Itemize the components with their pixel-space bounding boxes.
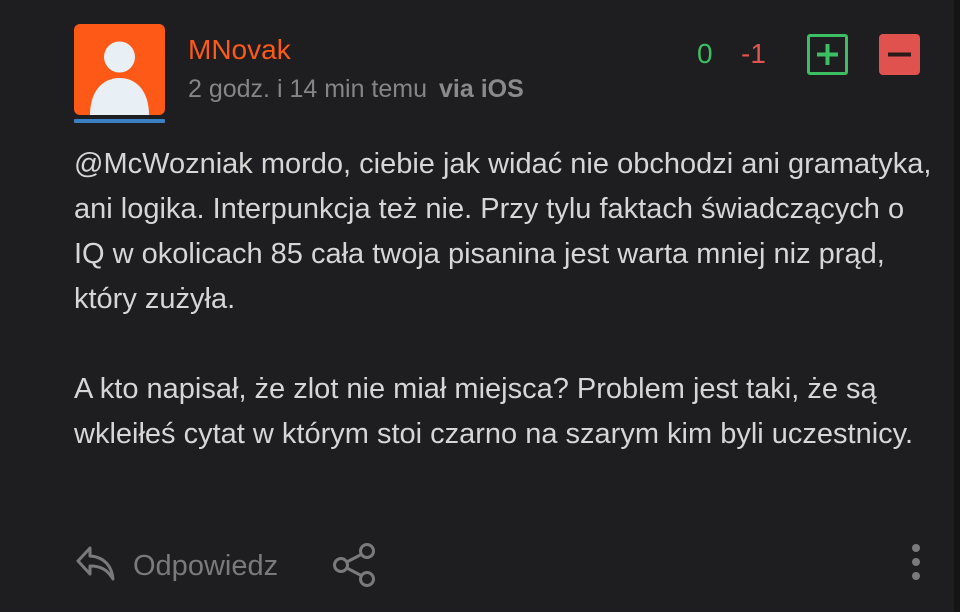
reply-arrow-icon (76, 546, 115, 581)
plus-icon (817, 44, 838, 65)
vote-down-button[interactable] (879, 34, 920, 75)
comment-paragraph: @McWozniak mordo, ciebie jak widać nie o… (74, 142, 934, 322)
minus-icon (888, 52, 911, 57)
comment-time[interactable]: 2 godz. i 14 min temu (188, 75, 427, 103)
vote-up-button[interactable] (807, 34, 848, 75)
user-silhouette-icon (90, 41, 149, 115)
comment-meta: 2 godz. i 14 min temu via iOS (188, 74, 524, 104)
vertical-dots-icon (912, 544, 920, 580)
share-button[interactable] (330, 542, 378, 593)
comment-via: via iOS (439, 75, 524, 103)
reply-button[interactable] (74, 542, 118, 591)
more-options-button[interactable] (904, 542, 928, 589)
avatar[interactable] (74, 24, 165, 115)
comment-body: @McWozniak mordo, ciebie jak widać nie o… (74, 142, 934, 457)
share-icon (333, 543, 375, 587)
reply-label[interactable]: Odpowiedz (133, 548, 278, 584)
score-minus[interactable]: -1 (741, 38, 766, 70)
score-plus[interactable]: 0 (697, 38, 713, 70)
scroll-edge (954, 0, 960, 612)
author-name[interactable]: MNovak (188, 32, 291, 68)
avatar-underline (74, 119, 165, 123)
comment-paragraph: A kto napisał, że zlot nie miał miejsca?… (74, 373, 914, 450)
user-mention[interactable]: @McWozniak (74, 148, 253, 180)
